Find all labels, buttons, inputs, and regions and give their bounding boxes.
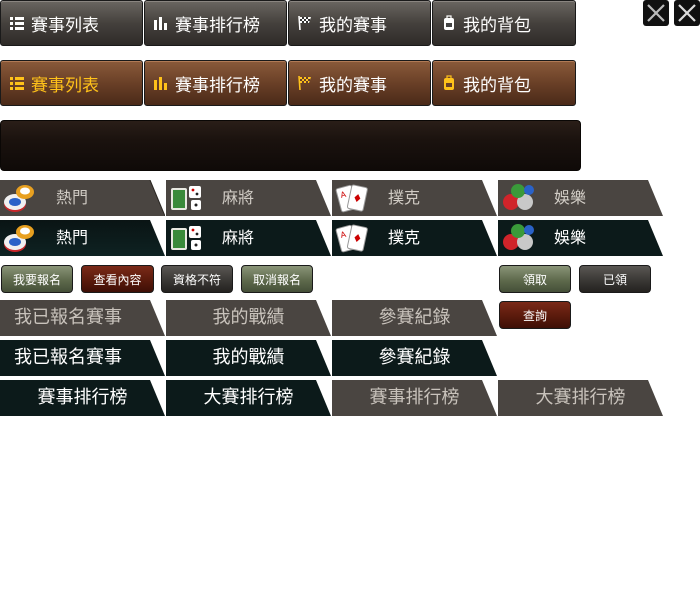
tab-event-ranking-active[interactable]: 賽事排行榜 [0,380,165,416]
close-icon [647,4,665,22]
category-label: 撲克 [388,228,421,247]
tab-participation-history[interactable]: 參賽紀錄 [332,300,497,336]
tab-my-signed-events[interactable]: 我已報名賽事 [0,300,165,336]
claim-button[interactable]: 領取 [499,265,571,293]
tab-label: 賽事列表 [31,15,99,36]
tab-major-ranking-inactive[interactable]: 大賽排行榜 [498,380,663,416]
category-tab-mahjong-active[interactable]: 麻將 [166,220,331,256]
close-button-2[interactable] [674,0,700,26]
poker-chips-icon [0,220,40,256]
tab-label: 我已報名賽事 [14,307,122,328]
category-tab-hot[interactable]: 熱門 [0,180,165,216]
tab-label: 賽事排行榜 [175,75,260,96]
mahjong-dice-icon [166,220,206,256]
tab-label: 我的背包 [463,75,531,96]
category-label: 撲克 [388,188,421,207]
checkered-flag-icon [297,75,313,91]
signup-button[interactable]: 我要報名 [1,265,73,293]
colored-balls-icon [498,220,538,256]
category-label: 麻將 [222,188,255,207]
category-tab-mahjong[interactable]: 麻將 [166,180,331,216]
close-button-1[interactable] [643,0,669,26]
mahjong-dice-icon [166,180,206,216]
category-tab-poker[interactable]: A 撲克 [332,180,497,216]
playing-cards-icon: A [332,220,372,256]
tab-event-list-active[interactable]: 賽事列表 [0,60,143,106]
list-icon [9,75,25,91]
tab-event-list[interactable]: 賽事列表 [0,0,143,46]
tab-my-events[interactable]: 我的賽事 [288,0,431,46]
claimed-button[interactable]: 已領 [579,265,651,293]
backpack-icon [441,15,457,31]
close-icon [678,4,696,22]
bar-chart-icon [153,15,169,31]
category-label: 娛樂 [554,228,587,247]
tab-my-record-active[interactable]: 我的戰績 [166,340,331,376]
tab-label: 我已報名賽事 [14,347,122,368]
tab-my-signed-events-active[interactable]: 我已報名賽事 [0,340,165,376]
query-button[interactable]: 查詢 [499,301,571,329]
cancel-signup-button[interactable]: 取消報名 [241,265,313,293]
tab-event-ranking-inactive[interactable]: 賽事排行榜 [332,380,497,416]
bar-chart-icon [153,75,169,91]
tab-my-events-hover[interactable]: 我的賽事 [288,60,431,106]
not-qualified-button[interactable]: 資格不符 [161,265,233,293]
tab-major-ranking-active[interactable]: 大賽排行榜 [166,380,331,416]
tab-participation-history-active[interactable]: 參賽紀錄 [332,340,497,376]
header-bar-background [0,120,581,171]
tab-event-ranking-hover[interactable]: 賽事排行榜 [144,60,287,106]
category-label: 麻將 [222,228,255,247]
tab-label: 我的戰績 [212,307,285,328]
category-tab-entertainment[interactable]: 娛樂 [498,180,663,216]
tab-my-backpack-hover[interactable]: 我的背包 [432,60,576,106]
list-icon [9,15,25,31]
category-label: 熱門 [56,188,89,207]
tab-label: 賽事排行榜 [175,15,260,36]
tab-label: 賽事排行榜 [369,387,460,408]
category-tab-poker-active[interactable]: A 撲克 [332,220,497,256]
colored-balls-icon [498,180,538,216]
tab-label: 我的賽事 [319,75,387,96]
category-tab-entertainment-active[interactable]: 娛樂 [498,220,663,256]
tab-label: 參賽紀錄 [378,307,451,328]
backpack-icon [441,75,457,91]
tab-label: 我的背包 [463,15,531,36]
tab-label: 大賽排行榜 [203,387,294,408]
tab-label: 賽事列表 [31,75,99,96]
tab-event-ranking[interactable]: 賽事排行榜 [144,0,287,46]
playing-cards-icon: A [332,180,372,216]
view-content-button[interactable]: 查看內容 [81,265,154,293]
tab-my-backpack[interactable]: 我的背包 [432,0,576,46]
poker-chips-icon [0,180,40,216]
tab-label: 我的賽事 [319,15,387,36]
tab-label: 賽事排行榜 [37,387,128,408]
tab-my-record[interactable]: 我的戰績 [166,300,331,336]
tab-label: 大賽排行榜 [535,387,626,408]
category-tab-hot-active[interactable]: 熱門 [0,220,165,256]
category-label: 熱門 [56,228,89,247]
tab-label: 我的戰績 [212,347,285,368]
tab-label: 參賽紀錄 [378,347,451,368]
checkered-flag-icon [297,15,313,31]
category-label: 娛樂 [554,188,587,207]
